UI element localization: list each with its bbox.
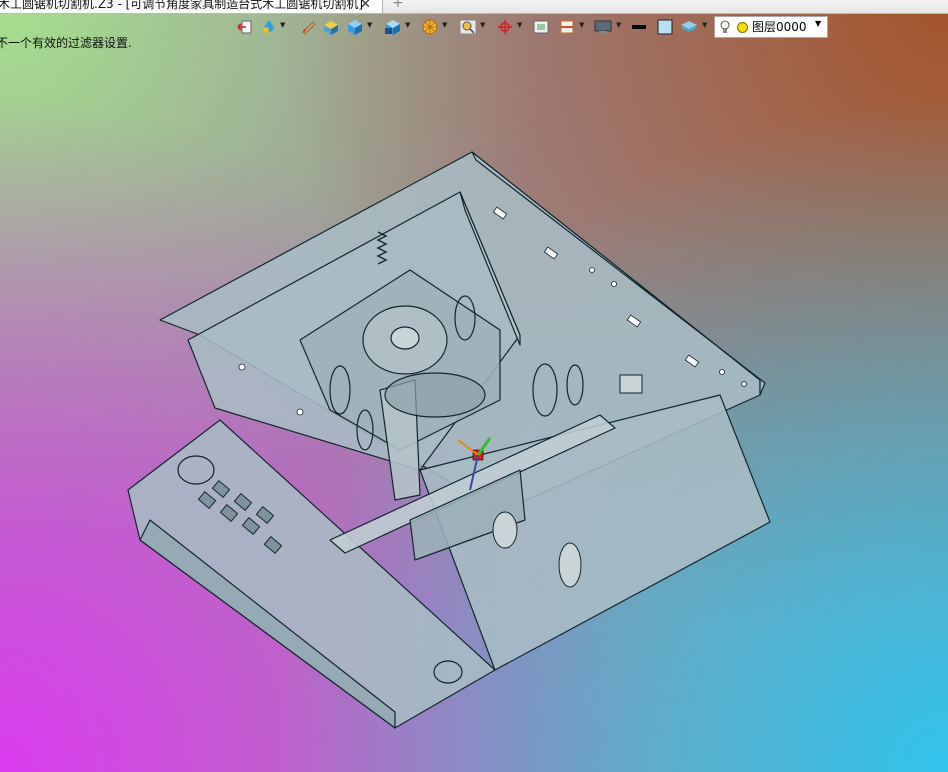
exit-sketch-icon[interactable] [236,19,254,35]
hole [589,267,595,273]
handle-knob [492,511,518,549]
layer-select[interactable]: 图层0000 ▼ [714,16,828,38]
display-icon[interactable] [594,19,612,35]
hole [741,381,747,387]
tab-document[interactable]: 木工圆锯机切割机.Z3 - [可调节角度家具制造台式木工圆锯机切割机] ✕ [0,0,383,13]
bracket [619,374,643,394]
document-tab-bar: 木工圆锯机切割机.Z3 - [可调节角度家具制造台式木工圆锯机切割机] ✕ + [0,0,948,14]
tab-title: 木工圆锯机切割机.Z3 - [可调节角度家具制造台式木工圆锯机切割机] [0,0,363,11]
pencil-icon[interactable] [300,19,318,35]
adjust-knob [558,542,582,588]
layer-name: 图层0000 [752,20,807,34]
chevron-down-icon[interactable]: ▼ [579,21,584,29]
chevron-down-icon[interactable]: ▼ [367,21,372,29]
cube-icon[interactable] [346,19,364,35]
hole [719,369,725,375]
section-view-icon[interactable] [558,19,576,35]
pivot-icon[interactable] [496,19,514,35]
chevron-down-icon[interactable]: ▼ [280,21,285,29]
chevron-down-icon[interactable]: ▼ [405,21,410,29]
close-icon[interactable]: ✕ [360,0,371,13]
filter-status-message: 不一个有效的过滤器设置. [0,36,132,50]
layer-color-dot [737,22,748,33]
hole [611,281,617,287]
chevron-down-icon[interactable]: ▼ [815,19,821,28]
layer-manager-icon[interactable] [680,19,698,35]
view-toolbar: ▼ ▼ ▼ ▼ ▼ ▼ ▼ ▼ ▼ 图层0000 ▼ [228,14,828,40]
hole [296,408,304,416]
line-width-icon[interactable] [630,19,648,35]
render-mode-icon[interactable] [421,19,439,35]
saw-assembly-model[interactable] [0,0,948,772]
chevron-down-icon[interactable]: ▼ [517,21,522,29]
motor-hub [390,326,420,350]
frame-icon[interactable] [532,19,550,35]
chevron-down-icon[interactable]: ▼ [616,21,621,29]
style-icon[interactable] [260,19,278,35]
add-tab-icon[interactable]: + [392,0,404,11]
blade [384,372,486,418]
lightbulb-icon[interactable] [720,20,730,34]
chevron-down-icon[interactable]: ▼ [480,21,485,29]
view-cube-icon[interactable] [384,19,402,35]
box-shaded-icon[interactable] [322,19,340,35]
color-swatch-icon[interactable] [656,19,674,35]
3d-viewport[interactable] [0,0,948,772]
chevron-down-icon[interactable]: ▼ [702,21,707,29]
zoom-view-icon[interactable] [459,19,477,35]
chevron-down-icon[interactable]: ▼ [442,21,447,29]
hole [238,363,246,371]
